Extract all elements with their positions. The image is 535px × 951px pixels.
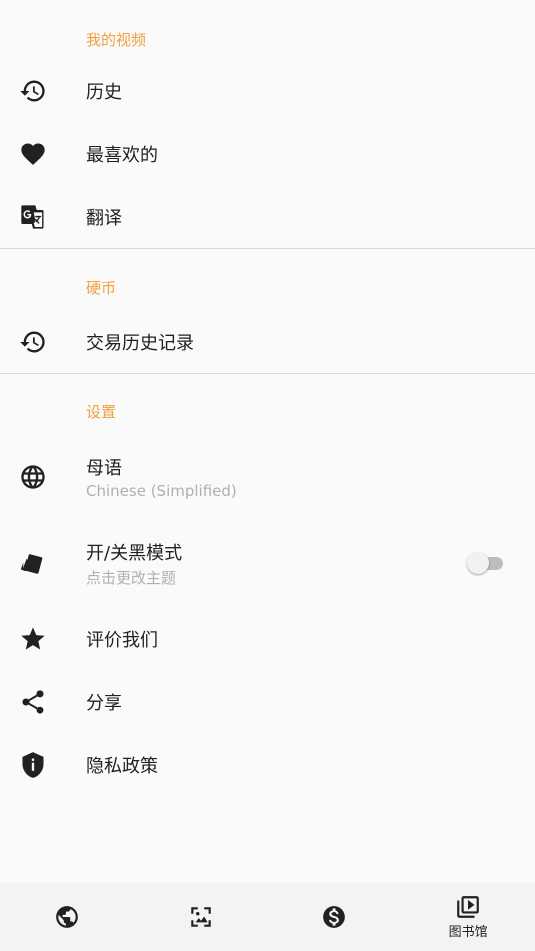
nav-tab-library[interactable]: 图书馆 <box>401 883 535 951</box>
menu-item-label: 最喜欢的 <box>86 144 158 166</box>
menu-item-rate-us[interactable]: 评价我们 <box>0 607 535 670</box>
menu-item-label: 分享 <box>86 692 122 714</box>
star-icon <box>18 624 48 654</box>
video-library-icon <box>457 896 479 918</box>
menu-item-label: 隐私政策 <box>86 755 158 777</box>
section-header-coins: 硬币 <box>86 279 117 297</box>
menu-item-subtitle: 点击更改主题 <box>86 568 177 587</box>
nav-tab-label: 图书馆 <box>448 925 488 940</box>
menu-item-transaction-history[interactable]: 交易历史记录 <box>0 310 535 373</box>
menu-item-label: 翻译 <box>86 207 122 229</box>
menu-item-label: 历史 <box>86 81 122 103</box>
globe-icon <box>56 906 78 928</box>
menu-item-history[interactable]: 历史 <box>0 59 535 122</box>
dollar-circle-icon <box>323 906 346 928</box>
menu-item-privacy-policy[interactable]: 隐私政策 <box>0 733 535 796</box>
history-icon <box>18 327 48 357</box>
menu-item-label: 开/关黑模式 <box>86 542 183 564</box>
menu-item-native-language[interactable]: 母语 Chinese (Simplified) <box>0 442 535 512</box>
menu-item-favorites[interactable]: 最喜欢的 <box>0 122 535 185</box>
share-icon <box>18 687 48 717</box>
section-header-my-videos: 我的视频 <box>86 31 147 49</box>
shield-info-icon <box>18 750 48 780</box>
section-divider <box>0 373 535 374</box>
history-icon <box>18 76 48 106</box>
theme-cards-icon <box>18 548 48 578</box>
image-frame-icon <box>190 907 211 927</box>
menu-item-label: 母语 <box>86 458 122 479</box>
menu-item-translate[interactable]: 翻译 <box>0 185 535 248</box>
settings-screen: 我的视频 历史 最喜欢的 翻译 硬币 交易历史记录 设置 母语 Chinese … <box>0 0 535 796</box>
menu-item-subtitle: Chinese (Simplified) <box>86 482 237 500</box>
nav-tab-explore[interactable] <box>0 883 134 951</box>
heart-icon <box>18 139 48 169</box>
menu-item-share[interactable]: 分享 <box>0 670 535 733</box>
section-divider <box>0 248 535 249</box>
translate-icon <box>18 202 48 232</box>
menu-item-dark-mode[interactable]: 开/关黑模式 点击更改主题 <box>0 528 535 598</box>
section-header-settings: 设置 <box>86 403 117 421</box>
menu-item-label: 交易历史记录 <box>86 332 194 354</box>
globe-icon <box>18 462 48 492</box>
nav-tab-scan[interactable] <box>134 883 268 951</box>
nav-tab-coins[interactable] <box>268 883 402 951</box>
toggle-thumb <box>467 552 489 574</box>
menu-item-label: 评价我们 <box>86 629 158 651</box>
bottom-navigation: 图书馆 <box>0 883 535 951</box>
dark-mode-toggle[interactable] <box>467 552 503 574</box>
